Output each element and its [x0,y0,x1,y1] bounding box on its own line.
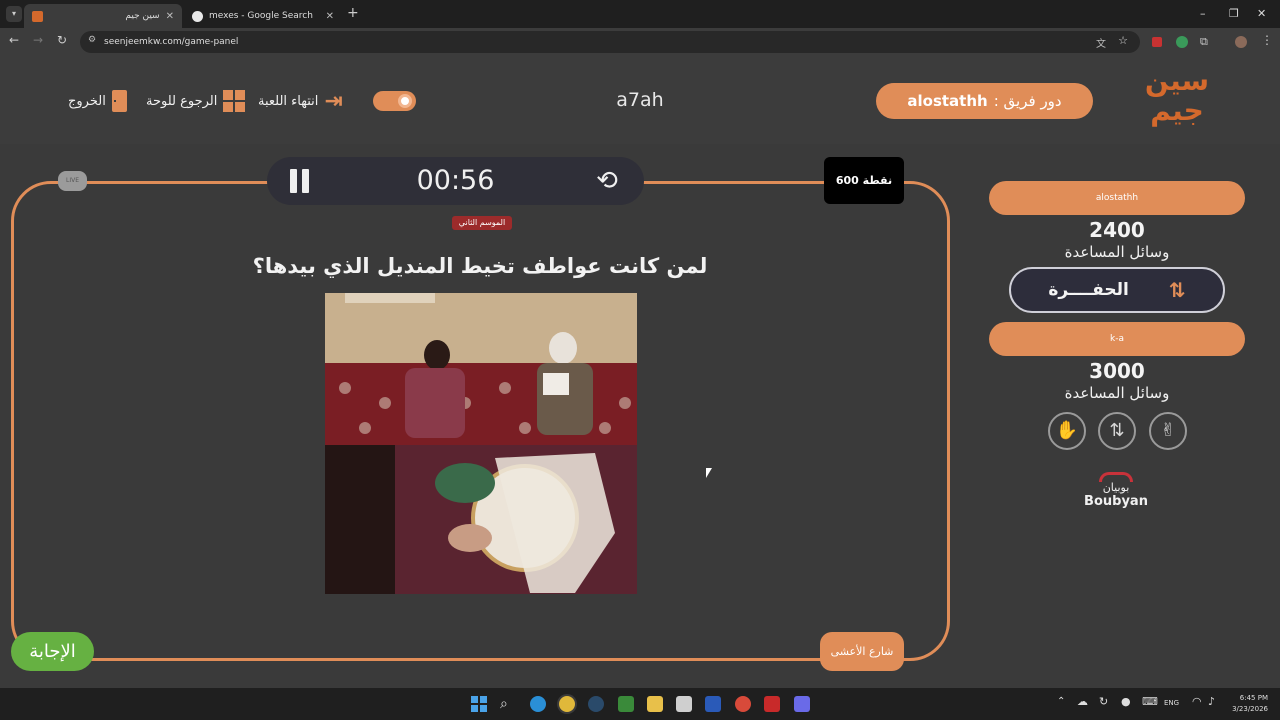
close-window-button[interactable]: ✕ [1257,7,1266,20]
team-2-name: k-a [989,322,1245,356]
xbox-icon[interactable] [618,696,634,712]
clock-time[interactable]: 6:45 PM [1228,694,1268,702]
team-1-name: alostathh [989,181,1245,215]
taskbar: ⌕ ⌃ ☁ ↻ ● ⌨ ENG ◠ ♪ 6:45 PM 3/23/2026 [0,688,1280,720]
team-1-score: 2400 [1089,218,1145,242]
profile-avatar[interactable] [1235,36,1247,48]
restore-button[interactable]: ❐ [1229,7,1239,20]
hufra-aid-button[interactable]: الحفــــرة ⇅ [1009,267,1225,313]
bookmark-star-icon[interactable]: ☆ [1118,34,1128,47]
team-2-aids-label: وسائل المساعدة [1064,384,1170,402]
chrome-icon[interactable] [559,696,575,712]
grid-icon [223,90,246,112]
hand-stop-aid-icon[interactable]: ✋ [1048,412,1086,450]
browser-toolbar: ← → ↻ ⚙ seenjeemkw.com/game-panel 文 ☆ ⧉ … [0,28,1280,56]
show-answer-button[interactable]: الإجابة [11,632,94,671]
tab-seenjeem[interactable]: سين جيم ✕ [24,4,182,28]
question-points: 600 نقطة [824,157,904,204]
discord-icon[interactable] [794,696,810,712]
double-points-aid-icon[interactable]: ✌ [1149,412,1187,450]
tray-chevron-icon[interactable]: ⌃ [1057,696,1065,707]
live-badge: LIVE [58,171,87,191]
clock-date[interactable]: 3/23/2026 [1222,705,1268,713]
embroidery-scene-image [325,293,637,594]
swap-arrows-icon: ⇅ [1168,278,1186,302]
close-tab-icon[interactable]: ✕ [326,11,334,22]
countdown-timer: 00:56 [416,165,495,196]
team-2-score: 3000 [1089,359,1145,383]
end-game-toggle[interactable] [373,91,416,111]
exit-button[interactable]: الخروج [68,88,127,114]
reset-timer-icon[interactable]: ⟲ [592,166,622,196]
acrobat-icon[interactable] [764,696,780,712]
team-1-aids-label: وسائل المساعدة [1064,243,1170,261]
file-explorer-icon[interactable] [647,696,663,712]
wifi-icon[interactable]: ◠ [1192,695,1202,708]
exit-door-icon [111,90,127,112]
tray-mic-icon[interactable]: ● [1121,695,1131,708]
extension-green-icon[interactable] [1176,36,1188,48]
category-label: شارع الأعشى [820,632,904,671]
minimize-button[interactable]: – [1200,7,1206,20]
mouse-cursor [706,468,712,478]
timer-bar: 00:56 ⟲ [267,157,644,205]
game-name: a7ah [616,89,664,111]
hufra-label: الحفــــرة [1048,280,1129,300]
edge-icon[interactable] [530,696,546,712]
app-red-icon[interactable] [735,696,751,712]
forward-arrow-icon[interactable]: → [33,33,43,47]
back-to-board-label: الرجوع للوحة [146,93,218,109]
url-text: seenjeemkw.com/game-panel [104,37,239,47]
steam-icon[interactable] [588,696,604,712]
google-favicon-icon [192,10,203,22]
arrow-to-line-icon: ⇥ [324,88,343,114]
season-tag: الموسم الثاني [452,216,512,230]
end-game-button[interactable]: انتهاء اللعبة ⇥ [258,88,343,114]
tray-cloud-icon[interactable]: ☁ [1077,695,1088,708]
reload-icon[interactable]: ↻ [57,33,67,47]
seenjeem-favicon-icon [32,10,43,22]
new-tab-button[interactable]: + [347,5,359,21]
tab-google-search[interactable]: mexes - Google Search ✕ [184,4,342,28]
input-language[interactable]: ENG [1164,699,1179,707]
translate-icon[interactable]: 文 [1096,35,1106,50]
tray-sync-icon[interactable]: ↻ [1099,695,1108,708]
tray-keyboard-icon[interactable]: ⌨ [1142,695,1158,708]
word-icon[interactable] [705,696,721,712]
extensions-puzzle-icon[interactable]: ⧉ [1200,35,1208,49]
volume-icon[interactable]: ♪ [1208,695,1215,708]
seenjeem-logo: سين جيم [1144,64,1210,127]
browser-tab-bar: ▾ سين جيم ✕ mexes - Google Search ✕ + – … [0,0,1280,28]
browser-menu-icon[interactable]: ⋮ [1261,33,1273,47]
store-icon[interactable] [676,696,692,712]
extension-red-icon[interactable] [1152,37,1162,47]
search-icon[interactable]: ⌕ [500,696,516,712]
close-tab-icon[interactable]: ✕ [166,11,174,22]
current-turn-indicator: دور فريق : alostathh [876,83,1093,119]
end-game-label: انتهاء اللعبة [258,93,319,109]
start-windows-icon[interactable] [471,696,487,712]
back-to-board-button[interactable]: الرجوع للوحة [146,88,246,114]
question-image [325,293,637,594]
exit-label: الخروج [68,93,106,109]
tab-search-button[interactable]: ▾ [6,6,22,22]
boubyan-sponsor-logo: بوبيان Boubyan [1070,472,1162,514]
site-info-icon[interactable]: ⚙ [88,35,96,45]
address-bar[interactable]: ⚙ seenjeemkw.com/game-panel 文 ☆ [80,31,1140,53]
question-text: لمن كانت عواطف تخيط المنديل الذي بيدها؟ [252,254,708,278]
back-arrow-icon[interactable]: ← [9,33,19,47]
swap-aid-icon[interactable]: ⇅ [1098,412,1136,450]
